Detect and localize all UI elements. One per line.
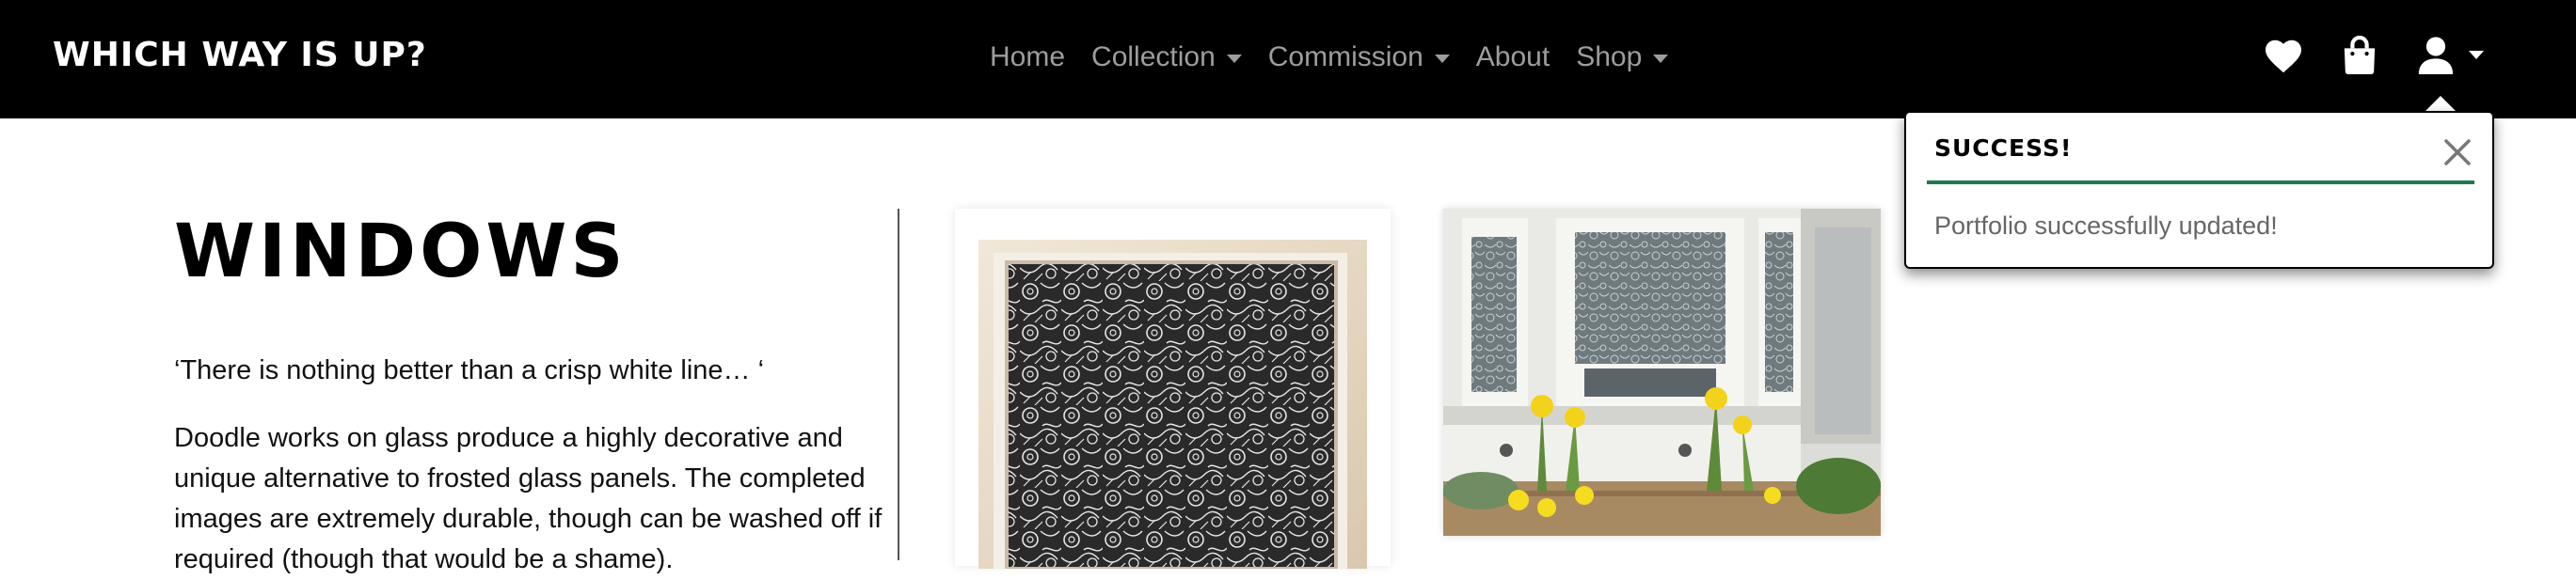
heart-icon (2266, 39, 2301, 73)
chevron-down-icon (1434, 54, 1450, 63)
toast-message: Portfolio successfully updated! (1934, 212, 2278, 240)
nav-home[interactable]: Home (990, 34, 1078, 81)
toast-close-button[interactable] (2441, 135, 2474, 169)
nav-collection-dropdown[interactable]: Collection (1078, 34, 1255, 81)
wishlist-button[interactable] (2260, 32, 2307, 79)
nav-shop-dropdown[interactable]: Shop (1563, 34, 1681, 81)
toast-arrow (2425, 96, 2457, 112)
column-divider (898, 209, 899, 560)
nav-commission-label: Commission (1267, 41, 1423, 72)
nav-collection-label: Collection (1091, 41, 1216, 72)
toast-accent-line (1927, 180, 2474, 184)
cart-button[interactable] (2336, 32, 2383, 79)
success-toast: SUCCESS! Portfolio successfully updated! (1904, 111, 2494, 269)
account-menu-button[interactable] (2412, 32, 2459, 79)
intro-quote: ‘There is nothing better than a crisp wh… (174, 355, 765, 385)
user-icon (2418, 37, 2454, 75)
chevron-down-icon (1653, 54, 1669, 63)
page-title: WINDOWS (174, 210, 628, 294)
nav-about-label: About (1475, 41, 1550, 72)
chevron-down-icon (1226, 54, 1242, 63)
close-icon (2444, 139, 2471, 165)
nav-commission-dropdown[interactable]: Commission (1255, 34, 1463, 81)
main-nav: Home Collection Commission About Shop (990, 34, 1681, 81)
gallery-image-bay-window[interactable] (1443, 209, 1881, 536)
description-text: Doodle works on glass produce a highly d… (174, 423, 883, 574)
shopping-bag-icon (2344, 36, 2376, 74)
nav-home-label: Home (990, 41, 1066, 72)
gallery-image-framed-panel[interactable] (978, 240, 1367, 569)
toast-title: SUCCESS! (1934, 134, 2073, 162)
chevron-down-icon (2469, 51, 2484, 59)
brand-logo[interactable]: WHICH WAY IS UP? (53, 32, 427, 79)
nav-shop-label: Shop (1576, 41, 1643, 72)
nav-about[interactable]: About (1463, 34, 1563, 81)
navbar: WHICH WAY IS UP? Home Collection Commiss… (0, 0, 2576, 118)
